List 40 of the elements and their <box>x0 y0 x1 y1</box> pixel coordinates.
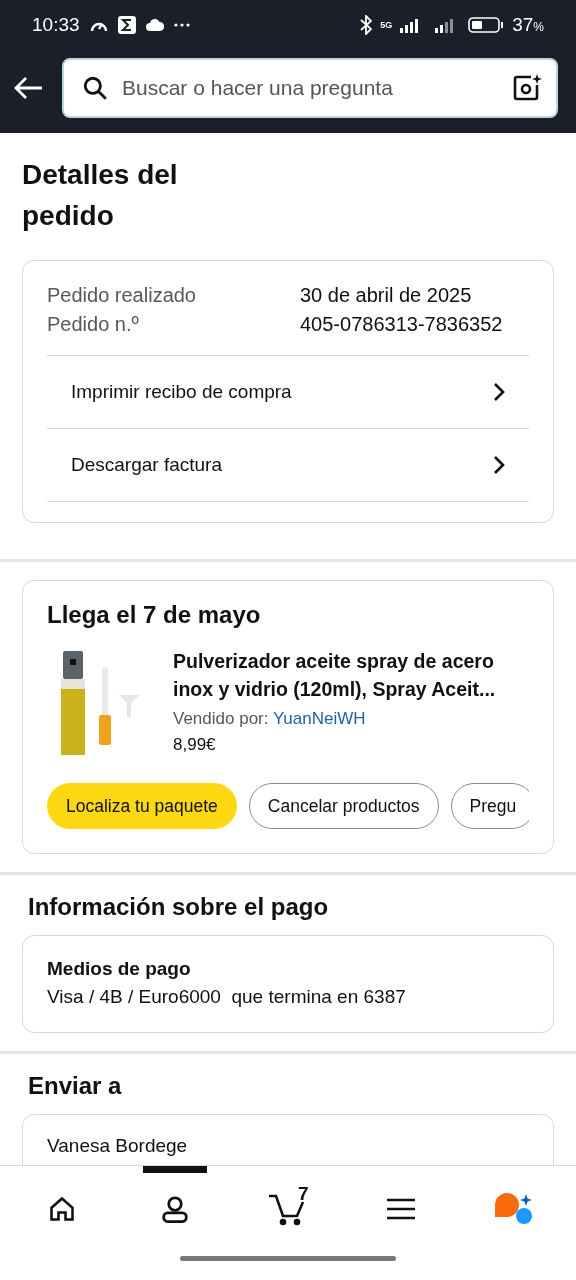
search-icon <box>82 74 108 101</box>
payment-method-title: Medios de pago <box>47 958 192 981</box>
status-time: 10:33 <box>32 14 80 36</box>
more-icon <box>173 23 190 27</box>
camera-icon[interactable] <box>512 72 542 103</box>
sigma-icon <box>117 16 136 34</box>
search-field[interactable]: Buscar o hacer una pregunta <box>62 57 558 118</box>
cloud-icon <box>145 19 164 31</box>
back-arrow-icon[interactable] <box>14 75 44 100</box>
battery-percentage: 37% <box>512 14 544 36</box>
seller-text: Vendido por: YuanNeiWH <box>173 709 367 730</box>
payment-method-text: Visa / 4B / Euro6000 que termina en 6387 <box>47 986 407 1009</box>
section-title: Información sobre el pago <box>28 893 330 922</box>
field-label: Pedido n.º <box>47 312 140 338</box>
product-title[interactable]: Pulverizador aceite spray de acero inox y vidrio (120ml), Spray Aceit... <box>173 647 529 704</box>
field-label: Pedido realizado <box>47 283 197 309</box>
field-value: 405-0786313-7836352 <box>300 312 503 338</box>
chat-bubbles-icon <box>494 1192 533 1225</box>
field-value: 30 de abril de 2025 <box>300 283 472 309</box>
seller-link[interactable]: YuanNeiWH <box>272 709 366 729</box>
menu-icon <box>386 1196 415 1221</box>
chevron-right-icon <box>493 455 505 476</box>
section-title: Enviar a <box>28 1072 123 1101</box>
action-button[interactable]: Cancelar productos <box>248 783 439 830</box>
home-icon <box>48 1194 77 1223</box>
link-row[interactable]: Descargar factura <box>47 428 529 503</box>
page-title: Detalles del pedido <box>21 158 179 233</box>
recipient-name: Vanesa Bordege <box>47 1135 189 1158</box>
cart-count: 7 <box>298 1183 309 1205</box>
person-icon <box>160 1193 191 1224</box>
delivery-title: Llega el 7 de mayo <box>47 601 262 630</box>
action-button[interactable]: Pregu <box>450 783 529 830</box>
network-label: 5G <box>380 20 393 30</box>
link-row[interactable]: Imprimir recibo de compra <box>47 355 529 429</box>
product-price: 8,99€ <box>173 735 217 756</box>
action-button[interactable]: Localiza tu paquete <box>47 783 237 830</box>
chevron-right-icon <box>493 382 505 403</box>
battery-icon <box>468 17 505 33</box>
bluetooth-icon <box>360 15 373 35</box>
nav-tab[interactable]: 7 <box>256 1166 320 1244</box>
